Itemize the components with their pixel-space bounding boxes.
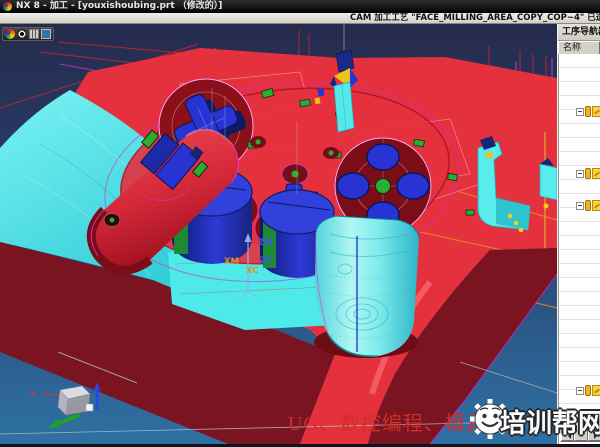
status-yellow-icon bbox=[585, 385, 591, 396]
collapse-minus-icon[interactable] bbox=[576, 387, 584, 395]
navigator-tree-row[interactable] bbox=[576, 200, 600, 211]
status-yellow-icon bbox=[585, 200, 591, 211]
quick-access-toolbar bbox=[2, 27, 54, 41]
navigator-tree-row[interactable] bbox=[576, 385, 600, 396]
operation-yellow-icon bbox=[592, 200, 600, 211]
graphics-viewport[interactable]: ZM ZC XM XC X bbox=[0, 24, 557, 444]
operation-yellow-icon bbox=[592, 106, 600, 117]
right-grip-selected bbox=[314, 216, 419, 358]
triad-x-label: X bbox=[30, 390, 36, 398]
status-message: CAM 加工工艺 "FACE_MILLING_AREA_COPY_COP~4" … bbox=[350, 13, 600, 24]
collapse-minus-icon[interactable] bbox=[576, 202, 584, 210]
collapse-minus-icon[interactable] bbox=[576, 170, 584, 178]
3d-scene[interactable]: ZM ZC XM XC X bbox=[0, 24, 557, 444]
keyboard-icon[interactable] bbox=[29, 29, 39, 39]
nx-app-icon bbox=[3, 2, 12, 11]
navigator-tree-row[interactable] bbox=[576, 168, 600, 179]
navigator-title: 工序导航器 bbox=[558, 24, 600, 41]
watermark-brand: 培训帮网 bbox=[500, 403, 600, 440]
window-titlebar[interactable]: NX 8 - 加工 - [youxishoubing.prt （修改的）] bbox=[0, 0, 600, 13]
status-yellow-icon bbox=[585, 168, 591, 179]
watermark-text-red: UG、数控编程、模具 bbox=[288, 407, 487, 436]
navigator-tree[interactable] bbox=[558, 54, 600, 444]
status-yellow-icon bbox=[585, 106, 591, 117]
axis-label-zm: ZM bbox=[258, 238, 273, 248]
operation-navigator-panel: 工序导航器 名称 bbox=[557, 24, 600, 444]
window-title: NX 8 - 加工 - [youxishoubing.prt （修改的）] bbox=[16, 0, 222, 13]
nx-swirl-icon[interactable] bbox=[5, 29, 15, 39]
status-prompt-bar: CAM 加工工艺 "FACE_MILLING_AREA_COPY_COP~4" … bbox=[0, 13, 600, 24]
axis-label-xm: XM bbox=[224, 257, 239, 267]
main-area: ZM ZC XM XC X bbox=[0, 24, 600, 444]
operation-yellow-icon bbox=[592, 385, 600, 396]
operation-yellow-icon bbox=[592, 168, 600, 179]
display-screen-icon[interactable] bbox=[41, 29, 51, 39]
axis-label-xc: XC bbox=[246, 266, 259, 276]
axis-label-zc: ZC bbox=[260, 256, 272, 266]
navigator-tree-row[interactable] bbox=[576, 106, 600, 117]
collapse-minus-icon[interactable] bbox=[576, 108, 584, 116]
navigator-name-column-header[interactable]: 名称 bbox=[558, 41, 600, 55]
record-ring-icon[interactable] bbox=[17, 29, 27, 39]
